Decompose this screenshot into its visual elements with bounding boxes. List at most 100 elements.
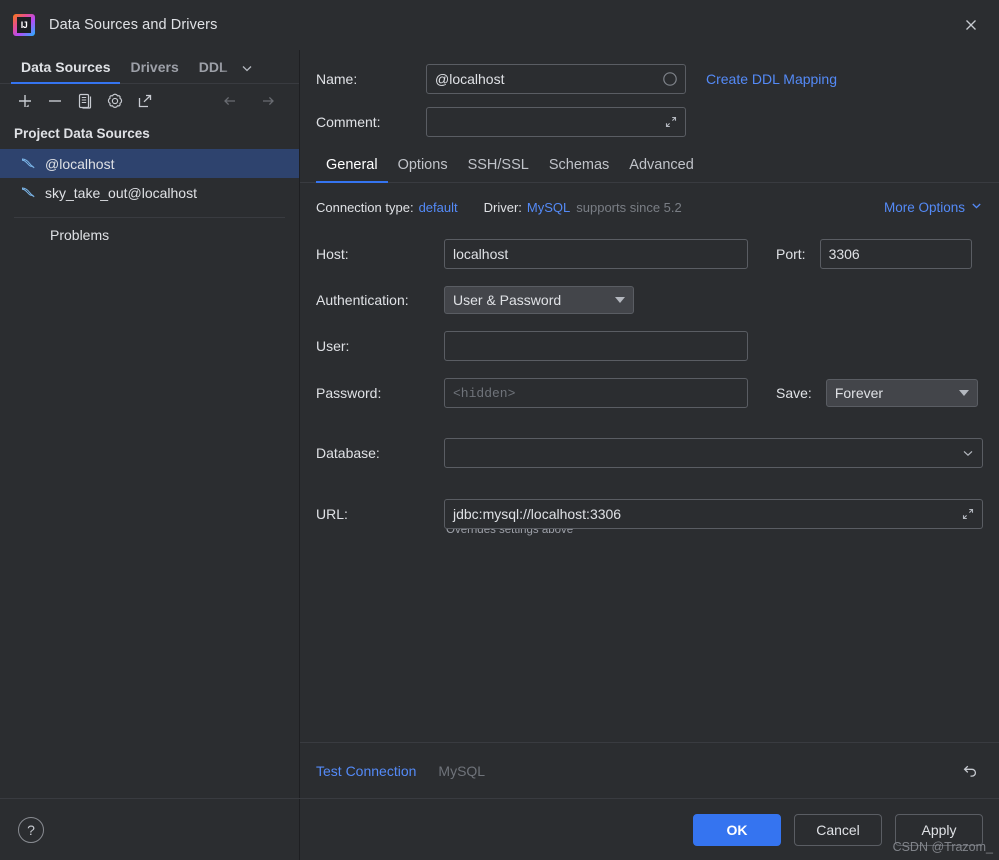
- chevron-down-icon: [958, 390, 969, 396]
- window-title: Data Sources and Drivers: [49, 17, 218, 33]
- url-row: URL: jdbc:mysql://localhost:3306: [316, 499, 983, 529]
- driver-note: supports since 5.2: [576, 199, 682, 215]
- tab-general[interactable]: General: [316, 157, 388, 183]
- port-input[interactable]: 3306: [819, 239, 972, 269]
- expand-icon[interactable]: [664, 115, 678, 129]
- list-item-label: sky_take_out@localhost: [45, 184, 197, 201]
- dialog-footer: ? OK Cancel Apply CSDN @Trazom_: [0, 798, 999, 860]
- arrow-right-icon[interactable]: [255, 88, 281, 114]
- tab-data-sources-label: Data Sources: [21, 59, 111, 75]
- window-titlebar: IJ Data Sources and Drivers: [0, 0, 999, 50]
- dialog-body: Data Sources Drivers DDL Project Data So…: [0, 50, 999, 798]
- port-label: Port:: [776, 246, 806, 262]
- more-options-button[interactable]: More Options: [884, 199, 983, 215]
- tab-schemas[interactable]: Schemas: [539, 157, 619, 182]
- data-sources-dialog: IJ Data Sources and Drivers Data Sources…: [0, 0, 999, 860]
- minus-icon[interactable]: [42, 88, 68, 114]
- authentication-label: Authentication:: [316, 292, 409, 308]
- external-link-icon[interactable]: [132, 88, 158, 114]
- expand-icon[interactable]: [961, 507, 975, 521]
- database-label: Database:: [316, 445, 380, 461]
- list-item-label: @localhost: [45, 155, 115, 172]
- sidebar-tabs: Data Sources Drivers DDL: [0, 50, 299, 84]
- driver-label: Driver:: [483, 199, 522, 215]
- chevron-down-icon[interactable]: [238, 61, 260, 83]
- tab-advanced[interactable]: Advanced: [619, 157, 704, 182]
- connection-actions-bar: Test Connection MySQL: [300, 742, 999, 798]
- tab-advanced-label: Advanced: [629, 157, 694, 173]
- driver-status-label: MySQL: [438, 762, 486, 779]
- password-row: Password: <hidden> Save: Forever: [316, 378, 983, 408]
- comment-label: Comment:: [316, 114, 381, 130]
- database-input[interactable]: [444, 438, 983, 468]
- url-input-value: jdbc:mysql://localhost:3306: [453, 506, 622, 522]
- sidebar-toolbar: [0, 84, 299, 118]
- details-panel: Name: @localhost Create DDL Mapping Comm…: [300, 50, 999, 798]
- tab-schemas-label: Schemas: [548, 157, 610, 173]
- tab-drivers[interactable]: Drivers: [120, 59, 188, 83]
- plus-icon[interactable]: [12, 88, 38, 114]
- help-icon[interactable]: ?: [18, 816, 44, 843]
- tab-ddl[interactable]: DDL: [189, 59, 238, 83]
- sidebar-item-problems-label: Problems: [50, 227, 110, 243]
- detail-tabs: General Options SSH/SSL Schemas Advanced: [300, 157, 999, 183]
- mysql-dolphin-icon: [22, 186, 35, 197]
- password-label: Password:: [316, 385, 382, 401]
- ok-button-label: OK: [726, 821, 748, 838]
- chevron-down-icon[interactable]: [961, 446, 975, 460]
- connection-type-value[interactable]: default: [419, 200, 458, 215]
- list-item[interactable]: @localhost: [0, 149, 299, 178]
- url-input[interactable]: jdbc:mysql://localhost:3306: [444, 499, 983, 529]
- create-ddl-mapping-link[interactable]: Create DDL Mapping: [706, 71, 837, 87]
- watermark: CSDN @Trazom_: [892, 840, 993, 854]
- sidebar-section-title: Project Data Sources: [14, 126, 150, 141]
- ok-button[interactable]: OK: [693, 813, 781, 846]
- identity-section: Name: @localhost Create DDL Mapping Comm…: [300, 50, 999, 137]
- circle-status-icon: [662, 71, 678, 87]
- authentication-row: Authentication: User & Password: [316, 286, 983, 314]
- name-input[interactable]: @localhost: [426, 64, 686, 94]
- save-value: Forever: [834, 385, 884, 401]
- driver-value[interactable]: MySQL: [527, 200, 570, 215]
- authentication-value: User & Password: [453, 292, 562, 308]
- footer-buttons: OK Cancel Apply CSDN @Trazom_: [300, 799, 999, 860]
- gear-icon[interactable]: [102, 88, 128, 114]
- sidebar: Data Sources Drivers DDL Project Data So…: [0, 50, 300, 798]
- connection-type-label: Connection type:: [316, 199, 414, 215]
- user-input[interactable]: [444, 331, 748, 361]
- close-icon[interactable]: [943, 0, 999, 50]
- chevron-down-icon: [615, 297, 625, 303]
- cancel-button[interactable]: Cancel: [794, 813, 882, 846]
- comment-input[interactable]: [426, 107, 686, 137]
- arrow-left-icon[interactable]: [217, 88, 243, 114]
- tab-drivers-label: Drivers: [130, 59, 179, 75]
- list-item[interactable]: sky_take_out@localhost: [0, 178, 299, 207]
- general-tab-content: Connection type: default Driver: MySQL s…: [300, 183, 999, 742]
- tab-data-sources[interactable]: Data Sources: [11, 59, 121, 84]
- host-input-value: localhost: [453, 246, 509, 262]
- host-port-row: Host: localhost Port: 3306: [316, 239, 983, 269]
- password-input[interactable]: <hidden>: [444, 378, 748, 408]
- host-label: Host:: [316, 246, 349, 262]
- connection-meta-row: Connection type: default Driver: MySQL s…: [316, 199, 983, 215]
- database-row: Database:: [316, 438, 983, 468]
- sidebar-item-problems[interactable]: Problems: [0, 218, 299, 252]
- more-options-label: More Options: [883, 199, 965, 215]
- copy-icon[interactable]: [72, 88, 98, 114]
- host-input[interactable]: localhost: [444, 239, 748, 269]
- tab-ssh-ssl[interactable]: SSH/SSL: [458, 157, 539, 182]
- save-select[interactable]: Forever: [825, 379, 978, 407]
- test-connection-link[interactable]: Test Connection: [316, 763, 416, 779]
- footer-left: ?: [0, 799, 300, 860]
- authentication-select[interactable]: User & Password: [444, 286, 634, 314]
- cancel-button-label: Cancel: [816, 821, 860, 838]
- port-input-value: 3306: [828, 246, 860, 262]
- revert-icon[interactable]: [957, 758, 983, 784]
- tab-options[interactable]: Options: [388, 157, 458, 182]
- password-placeholder: <hidden>: [453, 385, 516, 401]
- tab-ssh-ssl-label: SSH/SSL: [467, 157, 529, 173]
- tab-ddl-label: DDL: [198, 59, 228, 75]
- intellij-idea-icon: IJ: [13, 14, 35, 36]
- mysql-dolphin-icon: [22, 157, 35, 168]
- tab-general-label: General: [326, 157, 378, 173]
